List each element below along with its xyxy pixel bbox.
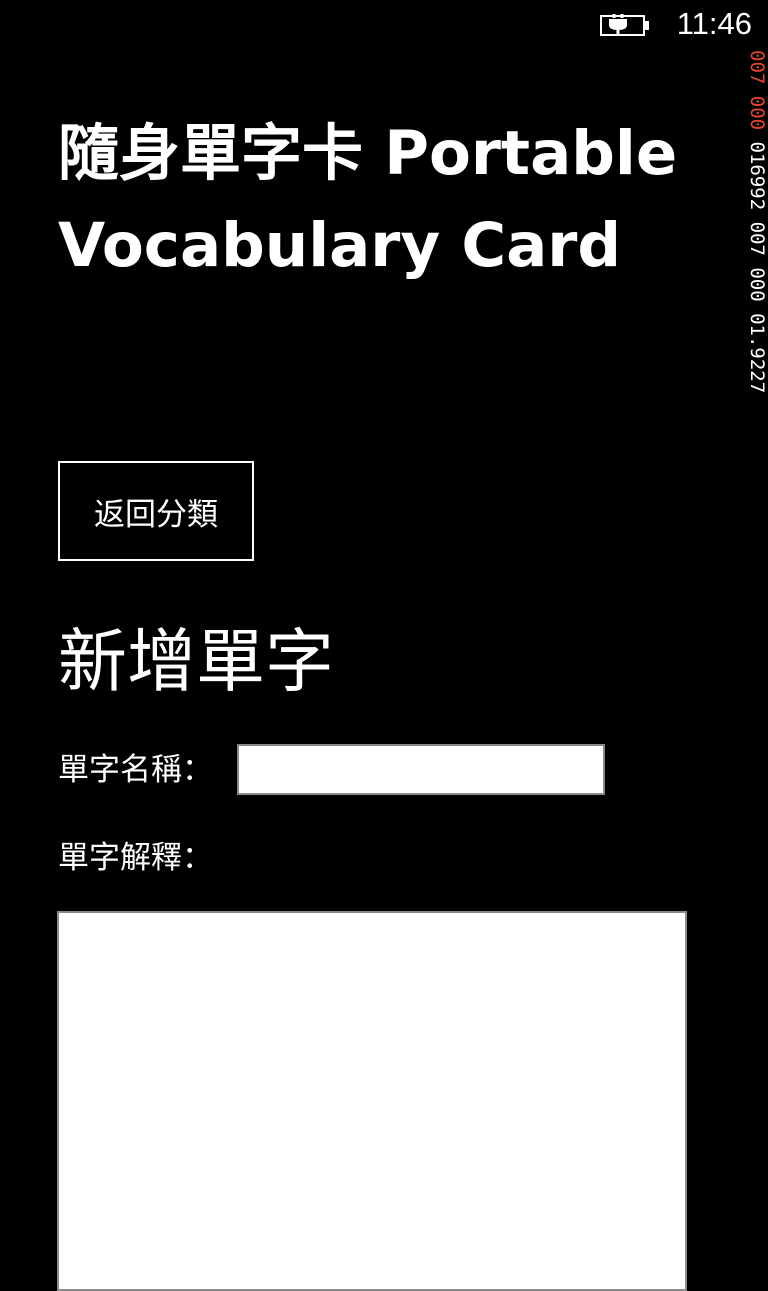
status-bar: 11:46 [0, 0, 768, 50]
clock: 11:46 [676, 6, 752, 41]
battery-charging-icon [600, 14, 649, 36]
word-name-label: 單字名稱： [58, 752, 213, 788]
word-definition-input[interactable] [57, 911, 687, 1291]
word-definition-label: 單字解釋： [58, 840, 213, 876]
word-name-input[interactable] [237, 744, 605, 795]
add-word-title: 新增單字 [58, 622, 334, 702]
back-to-categories-button[interactable]: 返回分類 [58, 461, 254, 561]
app-title: 隨身單字卡 Portable Vocabulary Card [58, 118, 678, 281]
